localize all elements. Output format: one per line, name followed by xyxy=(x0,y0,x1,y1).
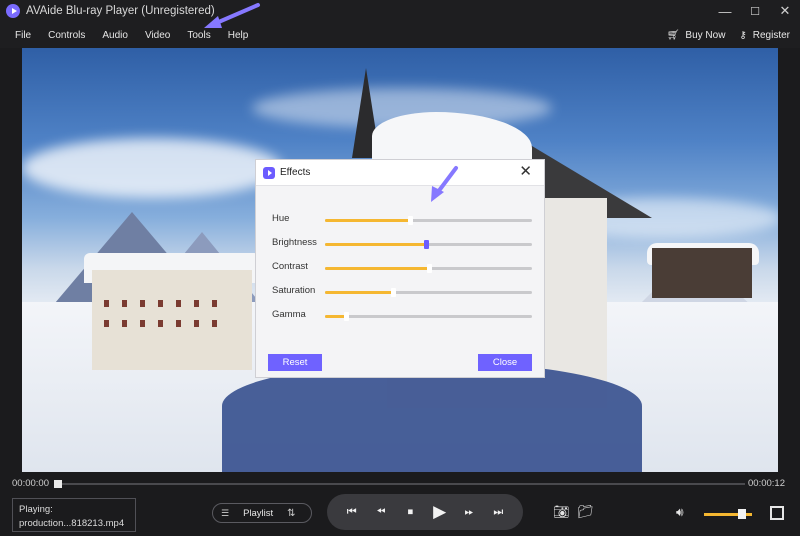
window xyxy=(194,320,199,327)
minimize-button[interactable]: — xyxy=(710,0,740,22)
slider-thumb[interactable] xyxy=(391,288,397,297)
effects-dialog: Effects ✕ Hue Brightness Contrast Satura… xyxy=(255,159,545,378)
next-icon[interactable]: ⏭︎ xyxy=(488,502,508,522)
app-logo-icon xyxy=(6,4,20,18)
menu-bar: File Controls Audio Video Tools Help 🛒︎ … xyxy=(0,22,800,48)
maximize-button[interactable]: ☐ xyxy=(740,0,770,22)
slider-row-gamma: Gamma xyxy=(272,309,532,323)
slider-fill xyxy=(325,219,410,222)
window xyxy=(212,320,217,327)
shadow xyxy=(222,362,642,472)
close-button[interactable]: Close xyxy=(478,354,532,371)
fast-forward-icon[interactable]: ⏩︎ xyxy=(459,502,479,522)
effects-dialog-header: Effects ✕ xyxy=(256,160,544,186)
close-icon[interactable]: ✕ xyxy=(519,164,532,180)
app-title: AVAide Blu-ray Player (Unregistered) xyxy=(26,5,215,17)
annotation-arrow xyxy=(204,3,260,28)
sort-icon[interactable]: ⇅ xyxy=(287,508,295,519)
fullscreen-icon[interactable] xyxy=(770,506,784,520)
current-time: 00:00:00 xyxy=(12,478,49,489)
seek-bar[interactable] xyxy=(55,483,745,485)
slider-thumb[interactable] xyxy=(424,240,430,249)
window xyxy=(104,320,109,327)
now-playing-file: production...818213.mp4 xyxy=(19,518,125,529)
play-icon[interactable]: ▶︎ xyxy=(430,502,450,522)
gamma-slider[interactable] xyxy=(325,312,532,321)
window xyxy=(158,320,163,327)
slider-row-hue: Hue xyxy=(272,213,532,227)
slider-label: Brightness xyxy=(272,237,317,248)
cloud xyxy=(22,138,282,198)
close-window-button[interactable]: ✕ xyxy=(770,0,800,22)
playlist-label: Playlist xyxy=(243,507,274,519)
slider-fill xyxy=(325,267,429,270)
now-playing-label: Playing: xyxy=(19,504,53,515)
register-link[interactable]: ⚷ Register xyxy=(739,30,790,41)
buy-now-link[interactable]: 🛒︎ Buy Now xyxy=(667,30,726,41)
slider-thumb[interactable] xyxy=(426,264,432,273)
playlist-button[interactable]: ☰ Playlist ⇅ xyxy=(212,503,312,523)
cart-icon: 🛒︎ xyxy=(666,29,680,41)
effects-dialog-title: Effects xyxy=(280,167,311,178)
window xyxy=(158,300,163,307)
menu-audio[interactable]: Audio xyxy=(102,30,128,41)
brightness-slider[interactable] xyxy=(325,240,532,249)
slider-row-brightness: Brightness xyxy=(272,237,532,251)
volume-thumb[interactable] xyxy=(738,509,747,519)
folder-icon[interactable]: 📁︎ xyxy=(577,504,594,520)
window xyxy=(122,300,127,307)
menu-file[interactable]: File xyxy=(15,30,31,41)
slider-label: Contrast xyxy=(272,261,308,272)
slider-label: Hue xyxy=(272,213,290,224)
hue-slider[interactable] xyxy=(325,216,532,225)
slider-fill xyxy=(325,291,394,294)
window xyxy=(140,300,145,307)
total-time: 00:00:12 xyxy=(748,478,785,489)
slider-thumb[interactable] xyxy=(407,216,413,225)
slider-row-contrast: Contrast xyxy=(272,261,532,275)
reset-button[interactable]: Reset xyxy=(268,354,322,371)
window-controls: — ☐ ✕ xyxy=(710,0,800,22)
slider-label: Gamma xyxy=(272,309,306,320)
now-playing-box: Playing: production...818213.mp4 xyxy=(12,498,136,532)
saturation-slider[interactable] xyxy=(325,288,532,297)
camera-icon[interactable]: 📷︎ xyxy=(553,504,570,520)
hut xyxy=(652,248,752,298)
window xyxy=(194,300,199,307)
contrast-slider[interactable] xyxy=(325,264,532,273)
window xyxy=(104,300,109,307)
window xyxy=(176,300,181,307)
menu-controls[interactable]: Controls xyxy=(48,30,85,41)
window xyxy=(122,320,127,327)
list-icon: ☰ xyxy=(221,507,230,518)
key-icon: ⚷ xyxy=(739,29,747,41)
slider-label: Saturation xyxy=(272,285,316,296)
menu-video[interactable]: Video xyxy=(145,30,170,41)
slider-fill xyxy=(325,243,427,246)
transport-controls: ⏮︎ ⏪︎ ⏹︎ ▶︎ ⏩︎ ⏭︎ xyxy=(327,494,523,530)
window xyxy=(176,320,181,327)
window xyxy=(140,320,145,327)
register-label: Register xyxy=(752,29,790,41)
slider-fill xyxy=(325,315,346,318)
window xyxy=(212,300,217,307)
slider-row-saturation: Saturation xyxy=(272,285,532,299)
volume-icon[interactable]: 🔊︎ xyxy=(676,505,684,520)
slider-thumb[interactable] xyxy=(343,312,349,321)
app-logo-icon xyxy=(263,166,275,179)
previous-icon[interactable]: ⏮︎ xyxy=(342,502,362,522)
stop-icon[interactable]: ⏹︎ xyxy=(400,502,420,522)
annotation-arrow xyxy=(431,166,458,202)
buy-now-label: Buy Now xyxy=(685,29,726,41)
seek-thumb[interactable] xyxy=(54,480,62,488)
hotel-building xyxy=(92,270,252,370)
title-bar: AVAide Blu-ray Player (Unregistered) — ☐… xyxy=(0,0,800,22)
rewind-icon[interactable]: ⏪︎ xyxy=(371,502,391,522)
